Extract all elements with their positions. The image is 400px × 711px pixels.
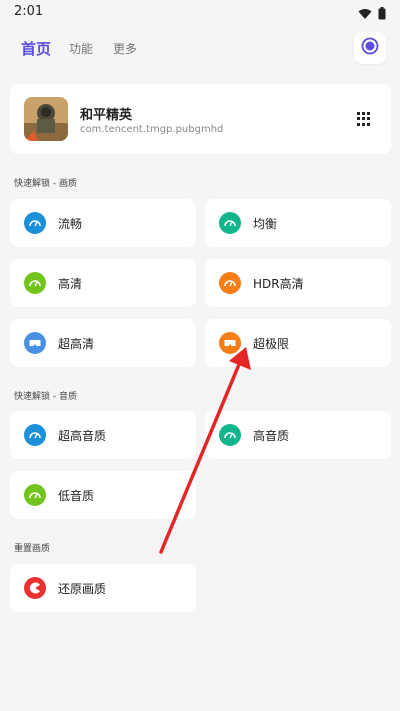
- option-label: 均衡: [253, 217, 278, 231]
- option-ultra-hd[interactable]: 超高清: [10, 319, 196, 367]
- option-label: 高音质: [253, 429, 290, 443]
- vr-goggles-icon: [24, 332, 46, 354]
- gauge-icon: [24, 424, 46, 446]
- gauge-icon: [219, 424, 241, 446]
- option-high-audio[interactable]: 高音质: [205, 411, 391, 459]
- wifi-icon: [358, 5, 372, 24]
- option-smooth[interactable]: 流畅: [10, 199, 196, 247]
- gauge-icon: [219, 212, 241, 234]
- battery-icon: [378, 5, 386, 24]
- option-extreme[interactable]: 超极限: [205, 319, 391, 367]
- vr-goggles-icon: [219, 332, 241, 354]
- status-time: 2:01: [14, 4, 44, 19]
- option-label: 流畅: [58, 217, 83, 231]
- option-balanced[interactable]: 均衡: [205, 199, 391, 247]
- status-bar: 2:01: [0, 0, 400, 24]
- option-ultra-audio[interactable]: 超高音质: [10, 411, 196, 459]
- game-name: 和平精英: [80, 108, 133, 123]
- option-label: 超极限: [253, 337, 290, 351]
- option-label: 超高音质: [58, 429, 107, 443]
- section-title-restore: 重置画质: [14, 544, 51, 554]
- tab-more[interactable]: 更多: [113, 40, 137, 57]
- gauge-icon: [24, 484, 46, 506]
- theme-button[interactable]: [354, 32, 386, 64]
- option-label: 低音质: [58, 489, 95, 503]
- option-hdr-hd[interactable]: HDR高清: [205, 259, 391, 307]
- option-label: 还原画质: [58, 582, 107, 596]
- option-restore-quality[interactable]: 还原画质: [10, 564, 196, 612]
- option-hd[interactable]: 高清: [10, 259, 196, 307]
- gauge-icon: [24, 212, 46, 234]
- tab-home[interactable]: 首页: [21, 38, 51, 59]
- gauge-icon: [219, 272, 241, 294]
- status-icons: [358, 5, 386, 24]
- grid-menu-icon[interactable]: [357, 112, 371, 126]
- target-icon: [361, 37, 379, 59]
- option-label: 超高清: [58, 337, 95, 351]
- section-title-audio: 快速解锁 - 音质: [14, 392, 77, 402]
- option-low-audio[interactable]: 低音质: [10, 471, 196, 519]
- game-app-icon: [24, 97, 68, 141]
- option-label: 高清: [58, 277, 83, 291]
- gauge-icon: [24, 272, 46, 294]
- game-card[interactable]: 和平精英 com.tencent.tmgp.pubgmhd: [10, 84, 391, 154]
- game-package: com.tencent.tmgp.pubgmhd: [80, 124, 224, 135]
- pacman-icon: [24, 577, 46, 599]
- top-nav: 首页 功能 更多: [0, 30, 400, 70]
- tab-functions[interactable]: 功能: [69, 40, 93, 57]
- option-label: HDR高清: [253, 277, 304, 291]
- section-title-video: 快速解锁 - 画质: [14, 179, 77, 189]
